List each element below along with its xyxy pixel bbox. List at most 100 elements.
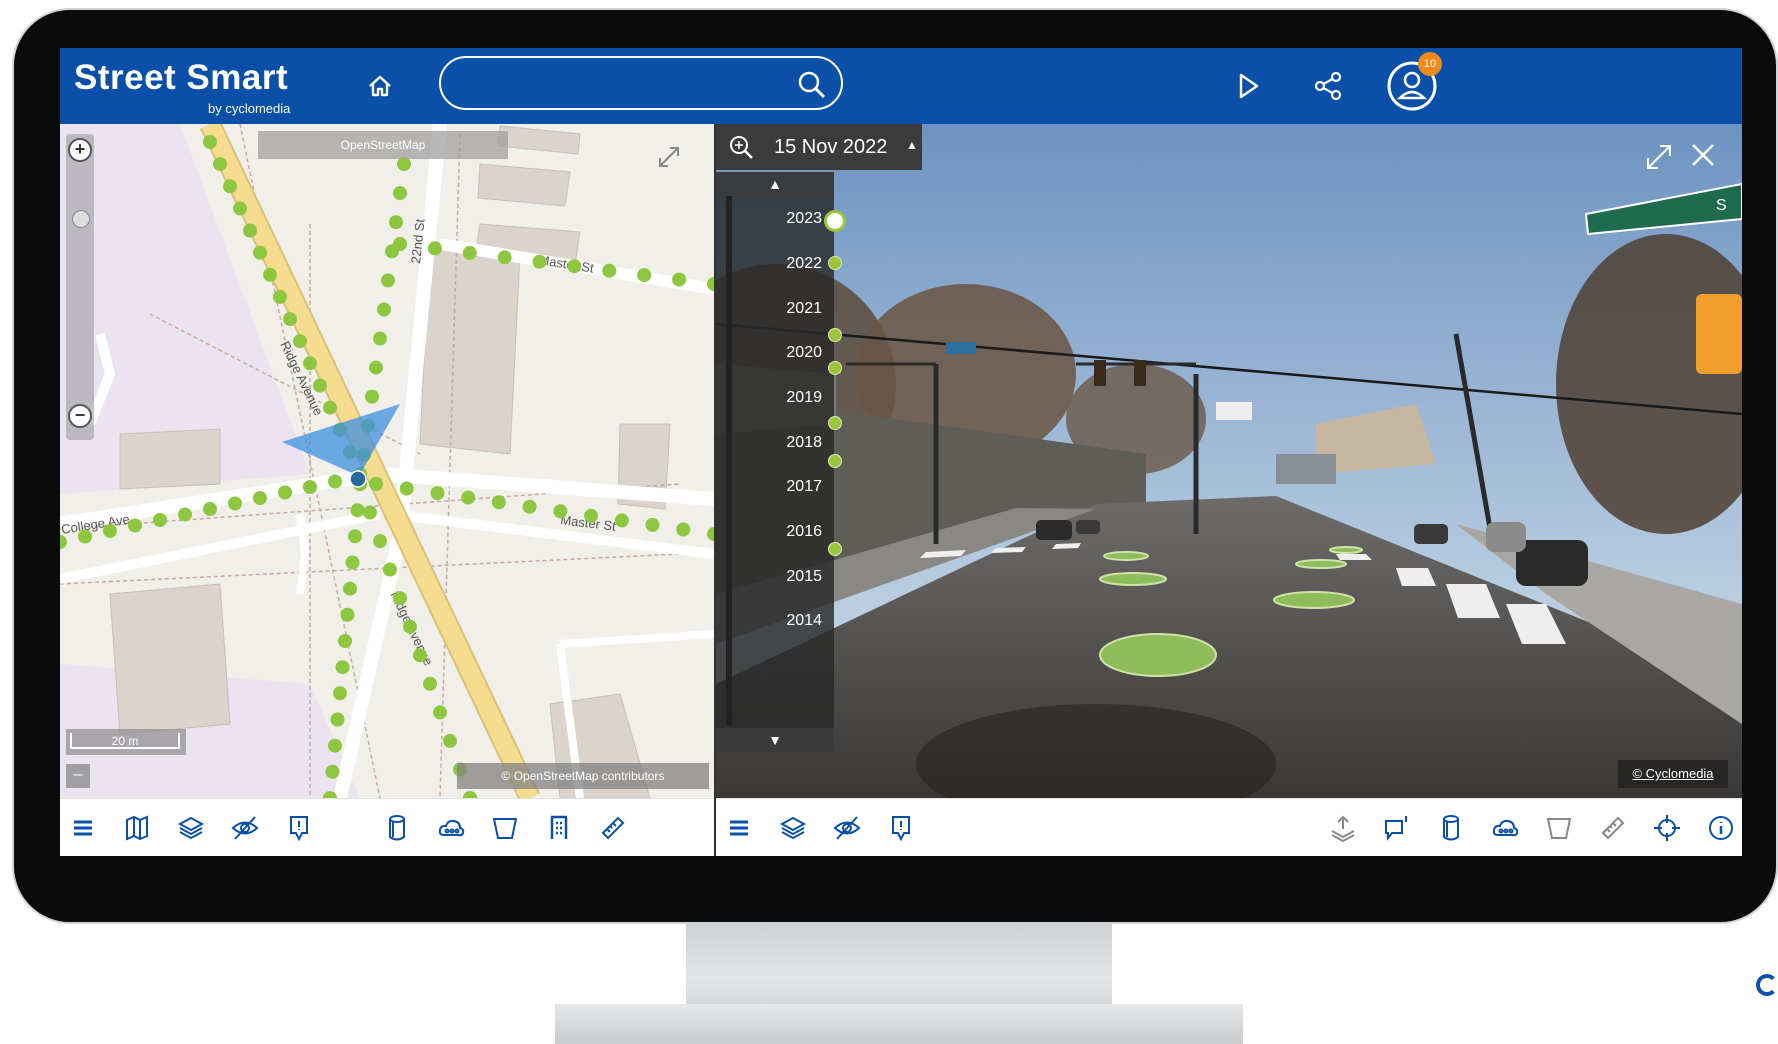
map-icon[interactable] [122, 813, 152, 843]
recording-dot[interactable] [203, 135, 217, 149]
recording-dot[interactable] [203, 502, 217, 516]
recording-dot[interactable] [323, 400, 337, 415]
recording-dot[interactable] [233, 201, 247, 216]
recording-dot[interactable] [672, 272, 687, 287]
cylinder-icon[interactable] [1436, 813, 1466, 843]
zoom-search-icon[interactable] [728, 134, 754, 160]
recording-dot[interactable] [602, 263, 617, 278]
map-canvas[interactable]: Ridge Avenue Ridge Avenue Master St Coll… [60, 124, 714, 798]
recording-dot[interactable] [383, 562, 397, 577]
play-icon[interactable] [1228, 66, 1268, 106]
expand-icon[interactable] [1644, 142, 1674, 172]
timeline-down-button[interactable]: ▼ [716, 728, 834, 752]
recording-dot[interactable] [393, 186, 407, 201]
timeline-year[interactable]: 2023 [786, 210, 822, 228]
recording-dot[interactable] [403, 619, 417, 634]
locate-icon[interactable] [1652, 813, 1682, 843]
recording-dot[interactable] [389, 215, 403, 230]
expand-icon[interactable] [656, 144, 682, 170]
zoom-handle[interactable] [72, 210, 90, 228]
current-position-marker[interactable] [349, 470, 367, 488]
recording-dot[interactable] [60, 535, 67, 549]
recording-dot[interactable] [348, 529, 362, 544]
polygon-icon[interactable] [490, 813, 520, 843]
timeline-year[interactable]: 2020 [786, 344, 822, 362]
recording-dot[interactable] [373, 331, 387, 346]
timeline-year[interactable]: 2017 [786, 478, 822, 496]
recording-dot[interactable] [461, 490, 476, 505]
recording-dot[interactable] [253, 245, 267, 260]
recording-dot[interactable] [153, 513, 167, 527]
recording-dot[interactable] [413, 648, 427, 663]
hide-icon[interactable] [832, 813, 862, 843]
recording-dot[interactable] [676, 522, 691, 537]
hide-icon[interactable] [230, 813, 260, 843]
menu-icon[interactable] [724, 813, 754, 843]
recording-dot[interactable] [103, 524, 117, 538]
marker-icon[interactable] [886, 813, 916, 843]
recording-dot[interactable] [273, 289, 287, 304]
recording-dot[interactable] [343, 581, 357, 596]
recording-dot[interactable] [463, 791, 477, 798]
collapse-button[interactable]: – [66, 764, 90, 788]
recording-dot[interactable] [303, 480, 317, 494]
search-icon[interactable] [797, 70, 827, 100]
recording-dot[interactable] [373, 534, 387, 549]
comment-icon[interactable] [1382, 813, 1412, 843]
recording-dot[interactable] [330, 712, 345, 727]
recording-dot[interactable] [293, 334, 307, 349]
ruler-icon[interactable] [598, 813, 628, 843]
recording-dot[interactable] [340, 607, 355, 622]
timeline-year[interactable]: 2022 [786, 255, 822, 273]
export-icon[interactable] [1328, 813, 1358, 843]
recording-dot[interactable] [243, 223, 257, 238]
brand-logo[interactable]: Street Smart by cyclomedia [74, 58, 290, 116]
timeline-current-recording[interactable] [824, 210, 846, 232]
recording-dot[interactable] [325, 764, 340, 779]
zoom-out-button[interactable]: − [68, 404, 92, 428]
recording-dot[interactable] [377, 302, 391, 317]
cloud-icon[interactable] [1490, 813, 1520, 843]
close-icon[interactable] [1688, 140, 1718, 170]
recording-dot[interactable] [430, 486, 445, 501]
recording-dot[interactable] [381, 273, 395, 288]
timeline-recording[interactable] [828, 454, 842, 468]
recording-dot[interactable] [328, 474, 342, 489]
recording-dot[interactable] [399, 481, 414, 496]
building-icon[interactable] [544, 813, 574, 843]
timeline-year[interactable]: 2014 [786, 612, 822, 630]
layers-icon[interactable] [778, 813, 808, 843]
recording-dot[interactable] [313, 378, 327, 393]
recording-dot[interactable] [522, 499, 537, 514]
recording-dot[interactable] [393, 591, 407, 606]
zoom-in-button[interactable]: + [68, 138, 92, 162]
menu-icon[interactable] [68, 813, 98, 843]
recording-dot[interactable] [283, 312, 297, 327]
recording-dot[interactable] [369, 477, 383, 491]
cyclomedia-attribution[interactable]: © Cyclomedia [1618, 760, 1728, 788]
recording-dot[interactable] [345, 555, 360, 570]
recording-dot[interactable] [213, 157, 227, 172]
search-box[interactable] [439, 56, 843, 110]
timeline-year[interactable]: 2019 [786, 389, 822, 407]
recording-dot[interactable] [462, 245, 477, 260]
recording-timeline[interactable]: ▲ 2023 2022 2021 2020 2019 2018 2017 201… [716, 172, 846, 752]
marker-icon[interactable] [284, 813, 314, 843]
recording-dot[interactable] [128, 518, 142, 533]
recording-dot[interactable] [614, 513, 629, 528]
timeline-year[interactable]: 2016 [786, 523, 822, 541]
panorama-image[interactable]: S [716, 124, 1742, 798]
recording-dot[interactable] [567, 259, 582, 274]
timeline-recording[interactable] [828, 361, 842, 375]
recording-dot[interactable] [263, 267, 277, 282]
recording-dot[interactable] [443, 733, 457, 748]
recording-dot[interactable] [553, 504, 568, 519]
recording-dot[interactable] [365, 389, 379, 404]
layers-icon[interactable] [176, 813, 206, 843]
timeline-recording[interactable] [828, 328, 842, 342]
timeline-year[interactable]: 2015 [786, 568, 822, 586]
share-icon[interactable] [1308, 66, 1348, 106]
map-attribution[interactable]: © OpenStreetMap contributors [457, 763, 709, 789]
timeline-recording[interactable] [828, 416, 842, 430]
timeline-recording[interactable] [828, 542, 842, 556]
